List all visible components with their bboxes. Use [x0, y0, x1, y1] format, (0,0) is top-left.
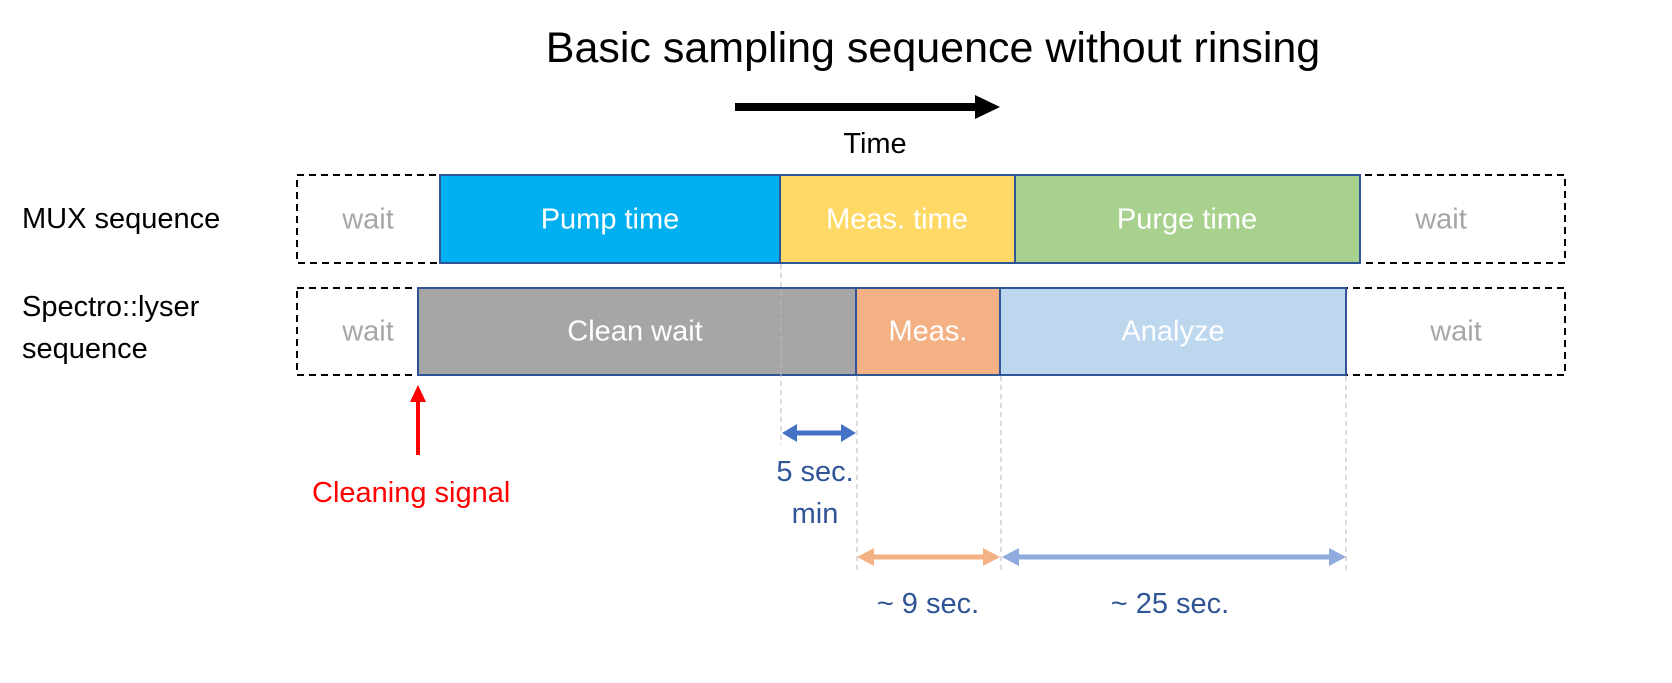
meas-duration-arrow: [857, 548, 1000, 566]
spectro-row-label-line1: Spectro::lyser: [22, 291, 200, 323]
diagram-title: Basic sampling sequence without rinsing: [546, 24, 1320, 72]
time-label: Time: [843, 128, 906, 160]
offset-duration-label-line2: min: [792, 498, 839, 530]
meas-duration-label: ~ 9 sec.: [877, 588, 979, 620]
cleaning-signal-label: Cleaning signal: [312, 477, 510, 509]
spectro-block-meas-label: Meas.: [889, 316, 968, 348]
sampling-sequence-diagram: Basic sampling sequence without rinsing …: [22, 24, 1566, 620]
spectro-wait-before: wait: [341, 316, 394, 348]
mux-wait-before: wait: [341, 204, 394, 236]
mux-wait-after: wait: [1414, 204, 1467, 236]
offset-duration-arrow: [782, 424, 856, 442]
mux-block-pump-label: Pump time: [541, 204, 680, 236]
spectro-wait-after: wait: [1429, 316, 1482, 348]
analyze-duration-label: ~ 25 sec.: [1111, 588, 1230, 620]
analyze-duration-arrow: [1002, 548, 1346, 566]
mux-row-label: MUX sequence: [22, 203, 220, 235]
mux-block-meas-label: Meas. time: [826, 204, 968, 236]
spectro-block-clean-wait-label: Clean wait: [567, 316, 702, 348]
offset-duration-label-line1: 5 sec.: [776, 456, 853, 488]
spectro-block-analyze-label: Analyze: [1121, 316, 1224, 348]
time-arrow: [735, 95, 1000, 119]
mux-block-purge-label: Purge time: [1117, 204, 1257, 236]
cleaning-signal-arrow: [410, 385, 426, 455]
spectro-row-label-line2: sequence: [22, 333, 148, 365]
